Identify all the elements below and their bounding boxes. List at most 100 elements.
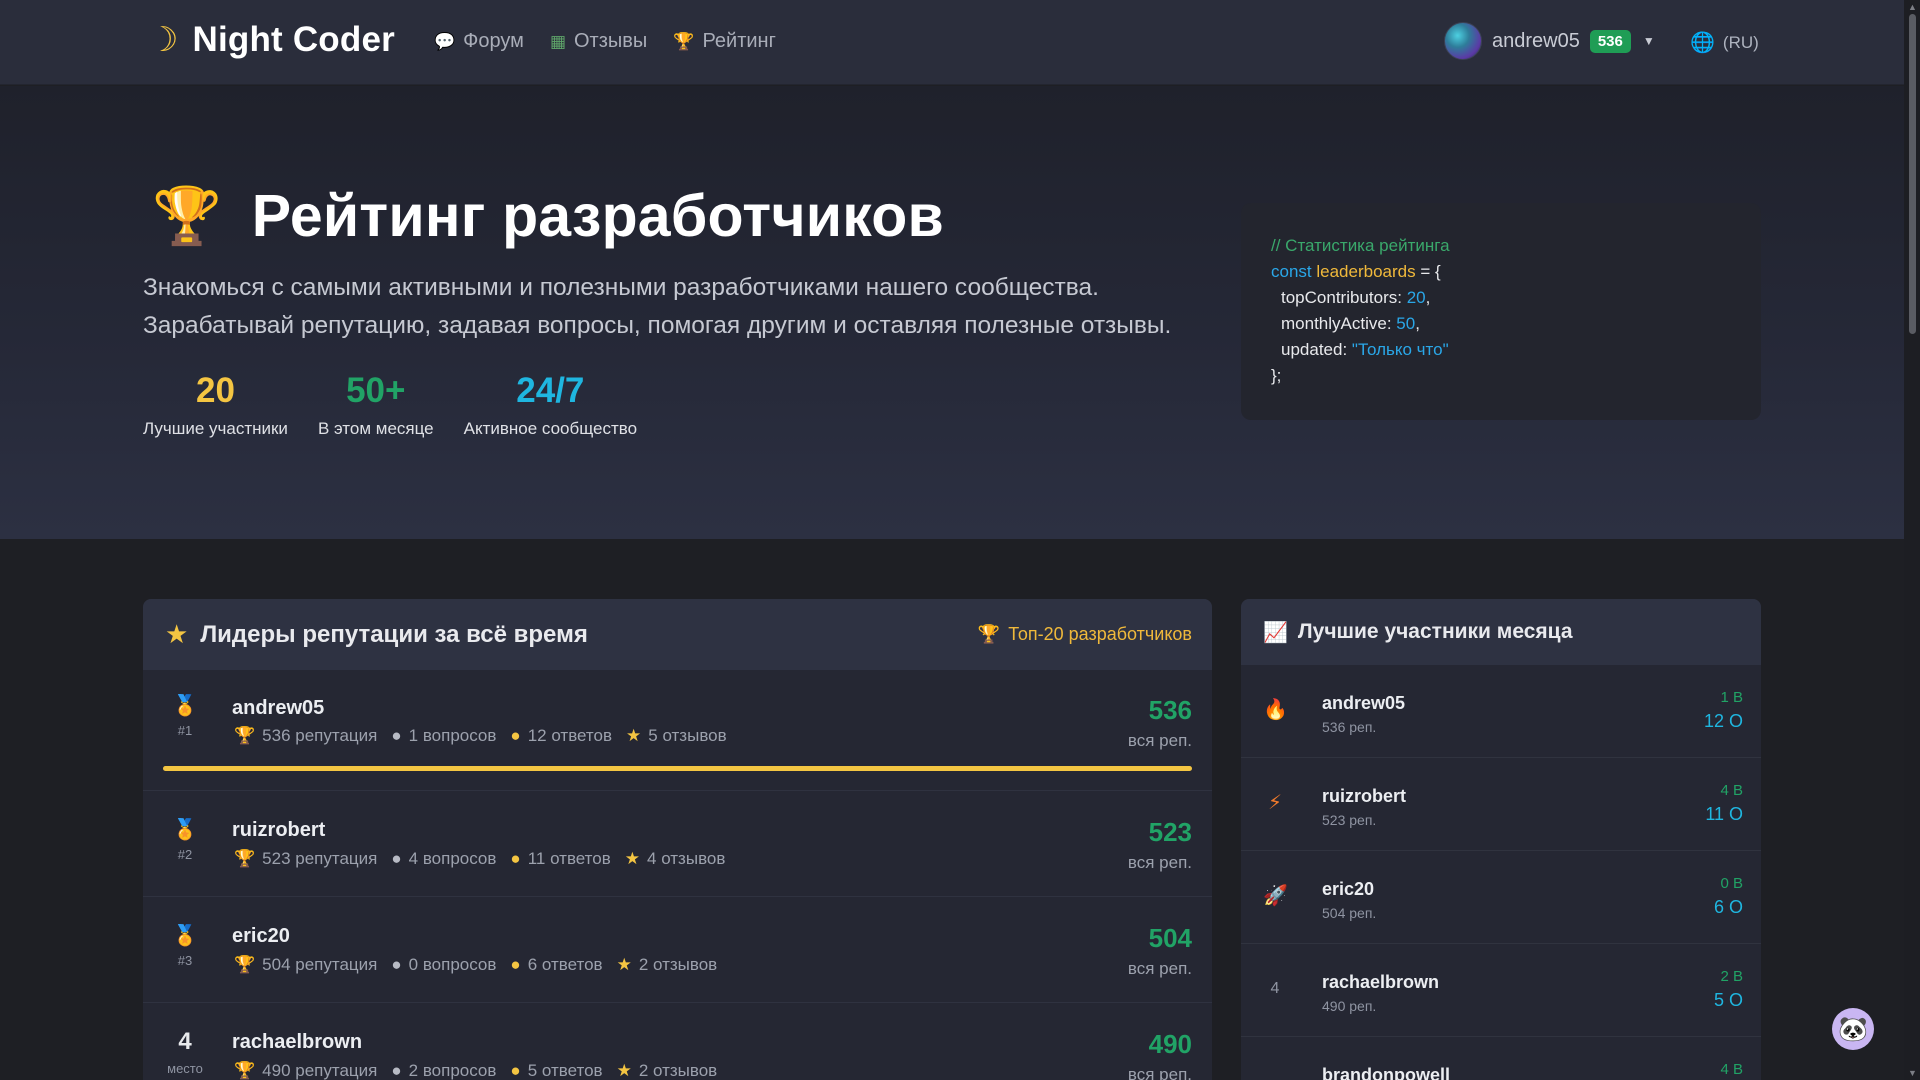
- rep-text: 523 репутация: [262, 849, 378, 868]
- brand-logo-link[interactable]: ☽ Night Coder: [148, 20, 395, 60]
- user-name[interactable]: andrew05: [232, 697, 324, 720]
- chat-icon: ●: [391, 849, 402, 868]
- page-title: 🏆 Рейтинг разработчиков: [152, 182, 944, 250]
- monthly-row[interactable]: 4 rachaelbrown 490 реп. 2 В 5 О: [1241, 944, 1761, 1037]
- monthly-row[interactable]: ⚡ ruizrobert 523 реп. 4 В 11 О: [1241, 758, 1761, 851]
- scroll-down-arrow-icon[interactable]: ▼: [1908, 1068, 1917, 1078]
- rep-stat: 🏆 523 репутация: [234, 849, 377, 869]
- user-menu-toggle[interactable]: andrew05 536 ▼: [1444, 22, 1655, 60]
- questions-count: 4 В: [1720, 1061, 1743, 1078]
- lightbulb-icon: ●: [510, 849, 521, 868]
- answers-text: 5 ответов: [527, 1061, 603, 1080]
- code-number: 50: [1396, 314, 1416, 333]
- user-name[interactable]: ruizrobert: [1322, 786, 1406, 807]
- trophy-icon: 🏆: [234, 1061, 256, 1080]
- user-name[interactable]: rachaelbrown: [1322, 972, 1439, 993]
- stat-label: В этом месяце: [317, 419, 434, 438]
- reputation-progress-fill: [163, 766, 1192, 771]
- user-name[interactable]: brandonpowell: [1322, 1065, 1450, 1080]
- stats-row: 20 Лучшие участники 50+ В этом месяце 24…: [143, 369, 637, 439]
- reviews-text: 2 отзывов: [638, 1061, 718, 1080]
- code-line: updated: "Только что": [1271, 337, 1731, 363]
- user-name[interactable]: ruizrobert: [232, 819, 325, 842]
- rank-label: #1: [177, 723, 193, 738]
- page-scrollbar[interactable]: ▲ ▼: [1904, 0, 1920, 1080]
- panel-title-text: Лидеры репутации за всё время: [200, 620, 588, 648]
- stat-value: 50+: [346, 371, 406, 410]
- rank-block: 🏅 #1: [165, 695, 205, 738]
- monthly-row[interactable]: brandonpowell 4 В: [1241, 1037, 1761, 1080]
- user-name[interactable]: eric20: [1322, 879, 1374, 900]
- panel-title: 📈 Лучшие участники месяца: [1263, 620, 1573, 645]
- reviews-stat: ★ 5 отзывов: [626, 726, 727, 746]
- code-line: monthlyActive: 50,: [1271, 311, 1731, 337]
- score-label: вся реп.: [1127, 853, 1192, 872]
- scroll-thumb[interactable]: [1909, 14, 1916, 334]
- rep-stat: 🏆 536 репутация: [234, 726, 377, 746]
- hero-section: 🏆 Рейтинг разработчиков Знакомься с самы…: [0, 86, 1904, 539]
- user-rep: 523 реп.: [1322, 812, 1377, 828]
- questions-count: 4 В: [1720, 782, 1743, 799]
- answers-count: 11 О: [1705, 804, 1743, 824]
- code-key: topContributors:: [1281, 288, 1407, 307]
- monthly-row[interactable]: 🚀 eric20 504 реп. 0 В 6 О: [1241, 851, 1761, 944]
- trophy-icon: 🏆: [234, 849, 256, 868]
- score-label: вся реп.: [1127, 959, 1192, 978]
- scroll-up-arrow-icon[interactable]: ▲: [1908, 2, 1917, 12]
- rep-stat: 🏆 490 репутация: [234, 1061, 377, 1080]
- rep-text: 536 репутация: [262, 726, 378, 745]
- rep-text: 490 репутация: [262, 1061, 378, 1080]
- questions-text: 1 вопросов: [408, 726, 497, 745]
- lightbulb-icon: ●: [510, 1061, 521, 1080]
- answers-text: 6 ответов: [527, 955, 603, 974]
- code-snippet-card: // Статистика рейтинга const leaderboard…: [1241, 203, 1761, 420]
- user-stats: 🏆 536 репутация ● 1 вопросов ● 12 ответов ★…: [234, 726, 727, 746]
- code-punct: = {: [1415, 262, 1441, 281]
- nav-link-forum[interactable]: 💬 Форум: [434, 30, 524, 53]
- answers-stat: ● 11 ответов: [510, 849, 610, 869]
- score-label: вся реп.: [1127, 731, 1192, 750]
- user-name[interactable]: eric20: [232, 925, 290, 948]
- reviews-text: 2 отзывов: [638, 955, 718, 974]
- score-points: 504: [1148, 923, 1192, 953]
- gold-medal-icon: 🏅: [172, 695, 198, 717]
- questions-count: 0 В: [1720, 875, 1743, 892]
- language-switcher[interactable]: 🌐 (RU): [1690, 30, 1759, 55]
- code-punct: ,: [1415, 314, 1420, 333]
- lightbulb-icon: ●: [510, 955, 521, 974]
- chat-icon: ●: [391, 726, 402, 745]
- reviews-text: 5 отзывов: [648, 726, 727, 745]
- answers-count: 12 О: [1703, 711, 1743, 731]
- star-icon: ★: [616, 955, 632, 974]
- leaderboard-row[interactable]: 🏅 #1 andrew05 🏆 536 репутация ● 1 вопросов…: [143, 670, 1212, 791]
- star-icon: ★: [165, 619, 189, 649]
- questions-stat: ● 1 вопросов: [391, 726, 496, 746]
- questions-stat: ● 4 вопросов: [391, 849, 496, 869]
- user-rep: 504 реп.: [1322, 905, 1377, 921]
- monthly-row[interactable]: 🔥 andrew05 536 реп. 1 В 12 О: [1241, 665, 1761, 758]
- trophy-icon: 🏆: [673, 31, 695, 51]
- lightbulb-icon: ●: [510, 726, 521, 745]
- top-20-label: Топ-20 разработчиков: [1008, 624, 1192, 644]
- nav-link-rating[interactable]: 🏆 Рейтинг: [673, 30, 776, 53]
- code-line: };: [1271, 366, 1282, 385]
- nav-link-reviews[interactable]: ▦ Отзывы: [550, 30, 647, 53]
- brand-name: Night Coder: [192, 20, 395, 59]
- answers-text: 12 ответов: [527, 726, 613, 745]
- code-key: monthlyActive:: [1281, 314, 1397, 333]
- leaderboard-row[interactable]: 🏅 #3 eric20 🏆 504 репутация ● 0 вопросов ●…: [143, 897, 1212, 1003]
- leaderboard-row[interactable]: 🏅 #2 ruizrobert 🏆 523 репутация ● 4 вопрос…: [143, 791, 1212, 897]
- caret-down-icon: ▼: [1642, 34, 1655, 48]
- leaderboard-row[interactable]: 4 место rachaelbrown 🏆 490 репутация ● 2 в…: [143, 1003, 1212, 1080]
- code-number: 20: [1406, 288, 1426, 307]
- user-name[interactable]: rachaelbrown: [232, 1031, 362, 1054]
- code-keyword: const: [1271, 262, 1312, 281]
- top-20-link[interactable]: 🏆 Топ-20 разработчиков: [978, 624, 1192, 645]
- user-name: andrew05: [1492, 29, 1580, 52]
- stat-community: 24/7 Активное сообщество: [464, 369, 637, 439]
- user-name[interactable]: andrew05: [1322, 693, 1405, 714]
- questions-count: 1 В: [1720, 689, 1743, 706]
- panda-assistant-button[interactable]: 🐼: [1832, 1008, 1874, 1050]
- user-rep: 536 реп.: [1322, 719, 1377, 735]
- answers-count: 5 О: [1713, 990, 1743, 1010]
